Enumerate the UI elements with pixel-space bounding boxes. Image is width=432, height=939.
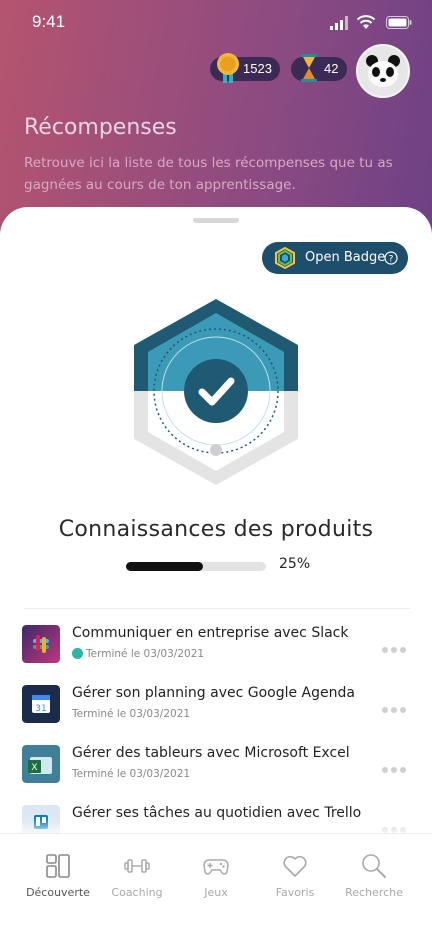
- svg-text:?: ?: [389, 255, 394, 265]
- help-icon: ?: [384, 251, 398, 265]
- page-subtitle: Retrouve ici la liste de tous les récomp…: [24, 155, 393, 193]
- wifi-icon: [356, 15, 376, 29]
- page-title: Récompenses: [24, 115, 177, 140]
- tab-games[interactable]: Jeux: [176, 852, 256, 899]
- tab-label: Coaching: [111, 886, 163, 899]
- item-subtitle: Terminé le 03/03/2021: [72, 708, 191, 720]
- open-badge-label: Open Badge: [305, 250, 386, 265]
- item-title: Gérer son planning avec Google Agenda: [72, 685, 355, 701]
- list-item[interactable]: Communiquer en entreprise avec Slack Ter…: [0, 625, 432, 677]
- discover-icon: [46, 854, 70, 878]
- tab-discover[interactable]: Découverte: [18, 852, 98, 899]
- tab-coaching[interactable]: Coaching: [97, 852, 177, 899]
- list-item[interactable]: X Gérer des tableurs avec Microsoft Exce…: [0, 745, 432, 797]
- badge-icon: [134, 299, 298, 485]
- svg-text:X: X: [31, 763, 37, 773]
- more-options-button[interactable]: [382, 638, 410, 653]
- list-item[interactable]: 31 Gérer son planning avec Google Agenda…: [0, 685, 432, 737]
- hourglass-count: 42: [324, 61, 339, 76]
- avatar[interactable]: [356, 44, 410, 98]
- course-title: Connaissances des produits: [58, 517, 374, 542]
- medal-icon: [217, 53, 239, 83]
- status-time: 9:41: [32, 12, 66, 31]
- heart-icon: [283, 855, 307, 877]
- tab-label: Recherche: [345, 886, 403, 899]
- medals-count: 1523: [243, 61, 272, 76]
- battery-icon: [386, 16, 412, 29]
- course-progress-label: 25%: [279, 556, 311, 572]
- tab-label: Découverte: [26, 886, 90, 899]
- tab-search[interactable]: Recherche: [334, 852, 414, 899]
- sheet-grabber[interactable]: [193, 218, 239, 223]
- item-title: Communiquer en entreprise avec Slack: [72, 625, 349, 641]
- item-subtitle: Terminé le 03/03/2021: [72, 768, 191, 780]
- gamepad-icon: [203, 859, 229, 875]
- open-badge-button[interactable]: Open Badge ?: [262, 242, 408, 274]
- tab-label: Favoris: [275, 886, 315, 899]
- completed-check-icon: [72, 648, 83, 659]
- search-icon: [362, 854, 386, 878]
- google-calendar-icon: 31: [22, 685, 60, 723]
- more-options-button[interactable]: [382, 818, 410, 833]
- item-title: Gérer ses tâches au quotidien avec Trell…: [72, 805, 362, 821]
- status-bar: 9:41: [0, 0, 432, 44]
- medals-counter[interactable]: 1523: [210, 53, 280, 83]
- course-progress-bar: [126, 562, 266, 571]
- panda-icon: [366, 55, 400, 87]
- hourglass-counter[interactable]: 42: [291, 54, 347, 82]
- tab-favorites[interactable]: Favoris: [255, 852, 335, 899]
- divider: [24, 608, 410, 609]
- slack-icon: [22, 625, 60, 663]
- tab-label: Jeux: [204, 886, 228, 899]
- item-subtitle: Terminé le 03/03/2021: [72, 648, 204, 660]
- more-options-button[interactable]: [382, 758, 410, 773]
- signal-icon: [330, 16, 348, 30]
- hourglass-icon: [301, 54, 317, 82]
- dumbbell-icon: [124, 859, 150, 873]
- course-progress-fill: [126, 562, 203, 571]
- excel-icon: X: [22, 745, 60, 783]
- open-badge-icon: [275, 247, 295, 269]
- item-title: Gérer des tableurs avec Microsoft Excel: [72, 745, 350, 761]
- tab-bar: Découverte Coaching Jeux Favoris Recherc…: [0, 833, 432, 939]
- more-options-button[interactable]: [382, 698, 410, 713]
- rewards-sheet: Open Badge ? Connaissances des produits: [0, 207, 432, 939]
- svg-text:31: 31: [35, 704, 46, 714]
- rewards-screen: 9:41 1523 42 Récompenses Retrouve ici la…: [0, 0, 432, 939]
